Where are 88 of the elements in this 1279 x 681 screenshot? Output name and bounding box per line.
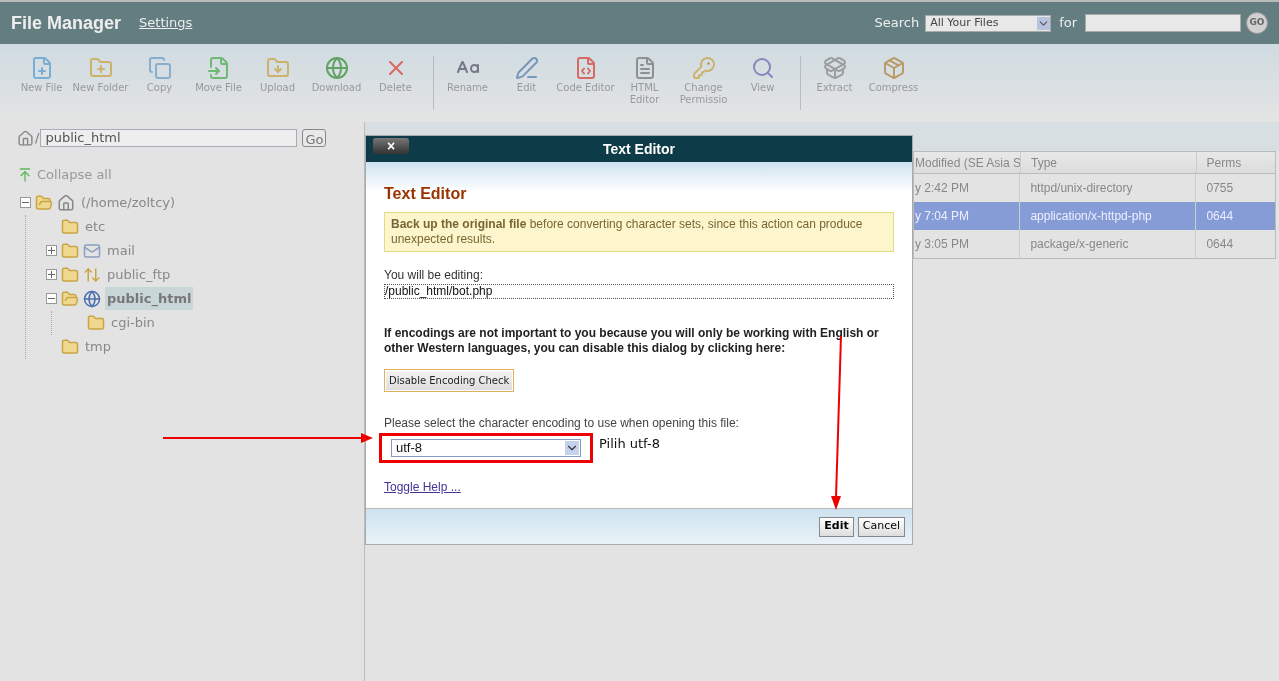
column-header[interactable]: Perms [1195,152,1275,173]
toolbar-button[interactable]: Extract [805,56,864,94]
encoding-note: If encodings are not important to you because you will only be working with English or other Western languages, you can disable this dialog by clicking here: [384,326,880,356]
toolbar-button[interactable]: Upload [248,56,307,110]
globe-icon [83,289,101,308]
toolbar-button[interactable]: View [733,56,792,110]
table-cell: 0644 [1195,202,1275,230]
tree-item[interactable]: tmp [83,334,113,359]
file-row[interactable]: y 7:04 PM application/x-httpd-php 0644 [914,202,1275,230]
folder-icon [61,265,79,284]
table-cell: application/x-httpd-php [1019,202,1196,230]
search-icon [750,56,775,80]
box-icon [881,56,906,80]
encoding-select[interactable]: utf-8 [391,439,581,457]
select-label: Please select the character encoding to use when opening this file: [384,415,740,432]
path-separator: / [35,129,40,148]
search-scope-select[interactable]: All Your Files [925,14,1052,32]
expand-toggle[interactable] [46,269,57,280]
file-row[interactable]: y 3:05 PM package/x-generic 0644 [914,230,1275,258]
envelope-icon [83,241,101,260]
toolbar-button[interactable]: HTML Editor [615,56,674,110]
collapse-all-button[interactable]: Collapse all [17,165,112,185]
folder-icon [35,193,53,212]
search-label: Search [874,14,920,33]
toolbar-button[interactable]: Copy [130,56,189,110]
pencil-icon [514,56,539,80]
editing-label: You will be editing: [384,267,484,284]
for-label: for [1059,14,1077,33]
toolbar-button[interactable]: Change Permissio [674,56,733,110]
toolbar-button[interactable]: Delete [366,56,425,110]
table-cell-text: y 2:42 PM [914,180,971,197]
house-icon [57,193,75,212]
toolbar-button[interactable]: New File [12,56,71,110]
dialog-heading: Text Editor [384,184,468,204]
toggle-help-link[interactable]: Toggle Help ... [384,478,461,496]
tree-item[interactable]: public_html [105,286,194,311]
cancel-button[interactable]: Cancel [857,516,905,537]
dialog-title: Text Editor [601,139,677,159]
tree-item[interactable]: mail [105,238,137,263]
folder-icon [87,313,105,332]
table-cell: 0644 [1195,230,1275,258]
toolbar-button[interactable]: New Folder [71,56,130,110]
house-icon [17,129,34,147]
tree-item[interactable]: (/home/zoltcy) [79,190,178,215]
arrows-icon [83,265,101,284]
path-go-button[interactable]: Go [302,129,327,147]
collapse-icon [17,166,33,183]
new-folder-icon [88,56,113,80]
column-header[interactable]: Type [1020,152,1196,173]
settings-link[interactable]: Settings [139,13,193,33]
dropdown-icon [1037,16,1051,30]
tree-item[interactable]: public_ftp [105,262,173,287]
file-arrow-icon [206,56,231,80]
dropdown-icon [565,441,579,455]
folder-icon [61,289,79,308]
copy-icon [147,56,172,80]
search-field[interactable] [1085,14,1241,32]
key-icon [691,56,716,80]
table-cell-text: y 3:05 PM [914,236,971,253]
file-path: /public_html/bot.php [384,284,894,299]
toolbar-button[interactable]: Edit [497,56,556,110]
edit-button[interactable]: Edit [819,516,854,537]
path-field[interactable]: public_html [40,129,298,147]
toolbar-button[interactable]: Download [307,56,366,110]
disable-encoding-button[interactable]: Disable Encoding Check [384,369,515,392]
toolbar-button[interactable]: Code Editor [556,56,615,110]
globe-icon [324,56,349,80]
folder-icon [61,217,79,236]
table-cell: package/x-generic [1019,230,1196,258]
close-button[interactable]: × [373,138,409,154]
box-icon [822,56,847,80]
app-title: File Manager [11,11,122,35]
folder-arrow-icon [265,56,290,80]
tree-item[interactable]: etc [83,214,108,239]
folder-icon [61,337,79,356]
tree-item[interactable]: cgi-bin [109,310,157,335]
toolbar-button[interactable]: Move File [189,56,248,110]
folder-icon [61,241,79,260]
warning-message: Back up the original file before converting character sets, since this action can produce unexpected results. [384,212,894,252]
column-header[interactable]: Modified (SE Asia S [914,152,1020,173]
collapse-toggle[interactable] [46,293,57,304]
expand-toggle[interactable] [46,245,57,256]
go-button[interactable]: GO [1246,12,1268,34]
table-cell-text: y 7:04 PM [914,208,971,225]
toolbar-button[interactable]: Rename [438,56,497,110]
annotation-note: Pilih utf-8 [599,435,660,454]
collapse-toggle[interactable] [20,197,31,208]
toolbar-button[interactable]: Compress [864,56,923,94]
